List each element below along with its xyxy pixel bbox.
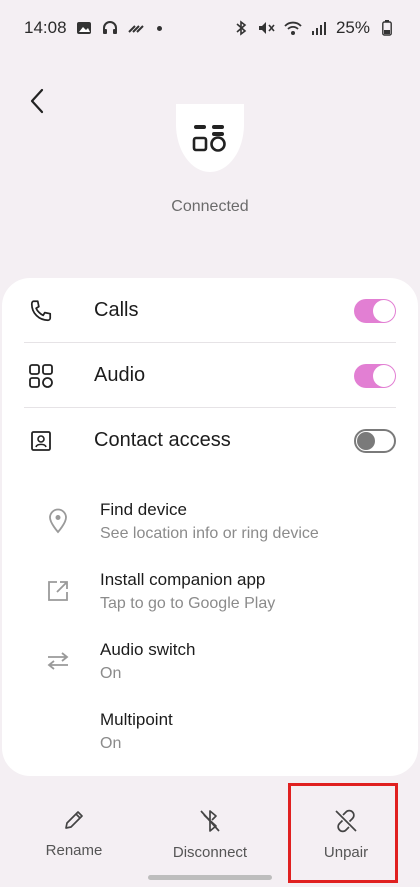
multipoint-item[interactable]: Multipoint On [42,702,396,760]
audio-switch-subtitle: On [100,664,122,682]
status-time: 14:08 [24,18,67,37]
location-pin-icon [42,505,74,537]
external-link-icon [42,575,74,607]
mute-icon [258,19,276,37]
phone-icon [24,294,58,328]
chevron-left-icon [30,88,44,114]
bluetooth-off-icon [200,810,220,832]
device-image [176,104,244,172]
audio-switch-item[interactable]: Audio switch On [42,632,396,690]
notification-dot-icon [156,25,162,31]
multipoint-subtitle: On [100,734,122,752]
contact-access-label: Contact access [94,429,231,451]
swap-arrows-icon [42,645,74,677]
back-button[interactable] [20,84,54,118]
audio-grid-icon [24,359,58,393]
device-icon [192,125,226,152]
audio-label: Audio [94,364,146,386]
contact-icon [24,424,58,458]
unpair-highlight-box [288,783,398,883]
image-icon [75,19,93,37]
install-companion-app-title: Install companion app [100,569,266,589]
calls-toggle[interactable] [354,298,396,323]
audio-toggle[interactable] [354,363,396,388]
headphones-icon [101,19,119,37]
audio-switch-title: Audio switch [100,639,196,659]
battery-icon [378,19,396,37]
bluetooth-icon [232,19,250,37]
rename-button[interactable]: Rename [14,808,134,859]
battery-percent: 25% [335,18,370,37]
audio-row[interactable]: Audio [24,343,396,408]
status-bar: 14:08 25% [0,0,420,56]
link-icon [127,19,145,37]
find-device-subtitle: See location info or ring device [100,524,319,542]
find-device-title: Find device [100,499,187,519]
install-companion-app-item[interactable]: Install companion app Tap to go to Googl… [42,562,396,620]
calls-label: Calls [94,299,139,321]
multipoint-title: Multipoint [100,709,173,729]
contact-access-row[interactable]: Contact access [24,408,396,473]
install-companion-app-subtitle: Tap to go to Google Play [100,594,276,612]
find-device-item[interactable]: Find device See location info or ring de… [42,492,396,550]
connection-status: Connected [171,198,249,215]
wifi-icon [284,19,302,37]
disconnect-button[interactable]: Disconnect [150,808,270,861]
multipoint-icon-placeholder [42,715,74,747]
signal-icon [310,19,328,37]
settings-card: Calls Audio Contact access Find device S… [2,278,418,776]
disconnect-label: Disconnect [172,844,248,861]
home-indicator[interactable] [148,875,272,880]
contact-access-toggle[interactable] [354,428,396,453]
rename-label: Rename [45,842,103,859]
pencil-icon [65,811,83,829]
calls-row[interactable]: Calls [24,278,396,343]
